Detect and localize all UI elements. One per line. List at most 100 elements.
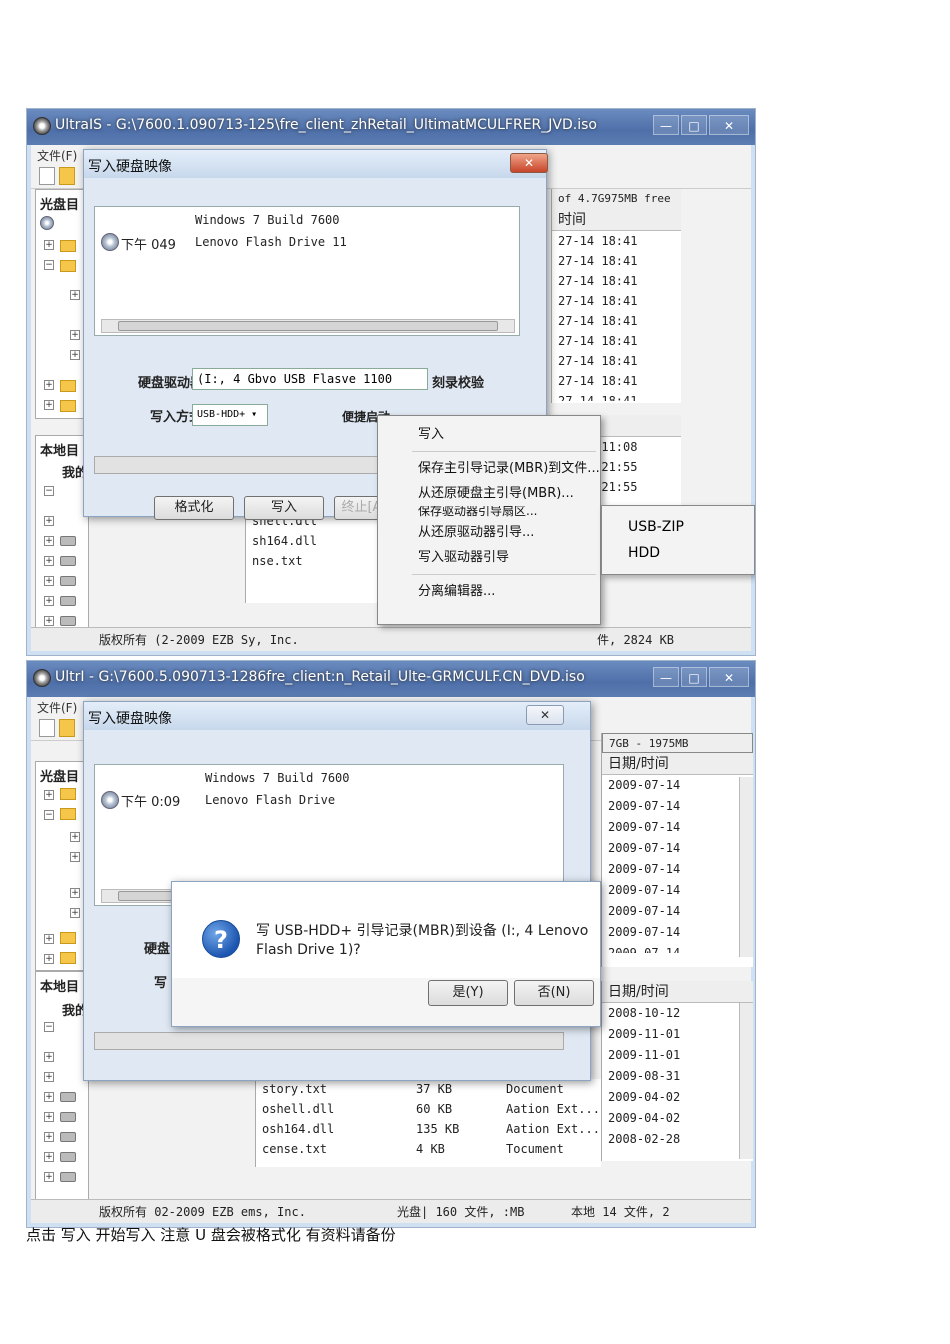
tree-expand-icon[interactable]: − bbox=[44, 1022, 54, 1032]
tree-expand-icon[interactable]: + bbox=[70, 852, 80, 862]
date-column-header[interactable]: 日期/时间 bbox=[602, 753, 753, 775]
list-item[interactable]: 27-14 18:41 bbox=[552, 331, 681, 351]
table-row[interactable]: osh164.dll 135 KB Aation Ext... bbox=[256, 1119, 601, 1139]
list-item[interactable]: 2009-07-14 bbox=[602, 901, 753, 922]
tree-expand-icon[interactable]: + bbox=[70, 888, 80, 898]
tree-expand-icon[interactable]: + bbox=[44, 516, 54, 526]
tree-expand-icon[interactable]: + bbox=[70, 350, 80, 360]
open-folder-icon[interactable] bbox=[59, 167, 75, 185]
table-row[interactable]: cense.txt 4 KB Tocument bbox=[256, 1139, 601, 1159]
menu-item-partition-editor[interactable]: 分离编辑器... bbox=[378, 579, 600, 604]
tree-expand-icon[interactable]: + bbox=[44, 954, 54, 964]
open-folder-icon[interactable] bbox=[59, 719, 75, 737]
tree-expand-icon[interactable]: + bbox=[44, 616, 54, 626]
no-button[interactable]: 否(N) bbox=[514, 980, 594, 1006]
list-item[interactable]: 2009-07-14 bbox=[602, 775, 753, 796]
tree-expand-icon[interactable]: + bbox=[70, 290, 80, 300]
tree-expand-icon[interactable]: + bbox=[44, 1092, 54, 1102]
tree-expand-icon[interactable]: + bbox=[44, 1152, 54, 1162]
write-button[interactable]: 写入 bbox=[244, 496, 324, 520]
list-item[interactable]: 27-14 18:41 bbox=[552, 311, 681, 331]
tree-expand-icon[interactable]: + bbox=[44, 240, 54, 250]
minimize-button[interactable]: — bbox=[653, 667, 679, 687]
menu-item-restore-boot[interactable]: 从还原驱动器引导... bbox=[378, 520, 600, 545]
submenu-usb-zip[interactable]: USB-ZIP bbox=[602, 514, 754, 540]
list-item[interactable]: 27-14 18:41 bbox=[552, 251, 681, 271]
date-column-header-2[interactable]: 日期/时间 bbox=[602, 981, 753, 1003]
close-button[interactable]: ✕ bbox=[709, 115, 749, 135]
dialog-close-button[interactable]: ✕ bbox=[526, 705, 564, 725]
cd-icon bbox=[40, 216, 54, 230]
tree-expand-icon[interactable]: + bbox=[70, 330, 80, 340]
list-item[interactable]: 2009-07-14 bbox=[602, 796, 753, 817]
tree-expand-icon[interactable]: − bbox=[44, 260, 54, 270]
menu-item-save-boot-sector[interactable]: 保存驱动器引导扇区... bbox=[378, 506, 600, 520]
maximize-button[interactable]: □ bbox=[681, 667, 707, 687]
list-item[interactable]: 2009-07-14 bbox=[602, 922, 753, 943]
new-icon[interactable] bbox=[39, 167, 55, 185]
tree-expand-icon[interactable]: + bbox=[44, 1132, 54, 1142]
list-item[interactable]: 2009-07-14 bbox=[602, 880, 753, 901]
tree-expand-icon[interactable]: − bbox=[44, 486, 54, 496]
list-item[interactable]: 2008-10-12 bbox=[602, 1003, 753, 1024]
list-item[interactable]: sh164.dll bbox=[246, 531, 395, 551]
tree-expand-icon[interactable]: + bbox=[44, 790, 54, 800]
vertical-scrollbar[interactable] bbox=[739, 1003, 753, 1159]
tree-expand-icon[interactable]: + bbox=[44, 596, 54, 606]
time-column-header[interactable]: 时间 bbox=[552, 209, 681, 231]
vertical-scrollbar[interactable] bbox=[739, 777, 753, 957]
window-titlebar[interactable]: UltraIS - G:\7600.1.090713-125\fre_clien… bbox=[27, 109, 755, 145]
format-button[interactable]: 格式化 bbox=[154, 496, 234, 520]
tree-expand-icon[interactable]: + bbox=[44, 1072, 54, 1082]
list-item[interactable]: 27-14 18:41 bbox=[552, 371, 681, 391]
maximize-button[interactable]: □ bbox=[681, 115, 707, 135]
menu-item-write[interactable]: 写入 bbox=[378, 422, 600, 447]
dialog-close-button[interactable]: ✕ bbox=[510, 153, 548, 173]
tree-expand-icon[interactable]: + bbox=[44, 380, 54, 390]
tree-expand-icon[interactable]: − bbox=[44, 810, 54, 820]
tree-expand-icon[interactable]: + bbox=[70, 908, 80, 918]
list-item[interactable]: 2009-11-01 bbox=[602, 1024, 753, 1045]
list-item[interactable]: 27-14 18:41 bbox=[552, 351, 681, 371]
minimize-button[interactable]: — bbox=[653, 115, 679, 135]
list-item[interactable]: 2009-08-31 bbox=[602, 1066, 753, 1087]
list-item[interactable]: nse.txt bbox=[246, 551, 395, 571]
list-item[interactable]: 2008-02-28 bbox=[602, 1129, 753, 1150]
tree-expand-icon[interactable]: + bbox=[44, 1172, 54, 1182]
list-item[interactable]: 27-14 18:41 bbox=[552, 231, 681, 251]
list-item[interactable]: 2009-07-14 bbox=[602, 838, 753, 859]
table-row[interactable]: oshell.dll 60 KB Aation Ext... bbox=[256, 1099, 601, 1119]
tree-expand-icon[interactable]: + bbox=[44, 400, 54, 410]
local-date-list: 日期/时间 2008-10-12 2009-11-01 2009-11-01 2… bbox=[601, 981, 753, 1161]
list-item[interactable]: 27-14 18:41 bbox=[552, 291, 681, 311]
list-item[interactable]: 2009-07-14 bbox=[602, 817, 753, 838]
list-item[interactable]: 27-14 18:41 bbox=[552, 271, 681, 291]
tree-expand-icon[interactable]: + bbox=[44, 556, 54, 566]
tree-expand-icon[interactable]: + bbox=[44, 934, 54, 944]
list-item[interactable]: 2009-07-14 bbox=[602, 943, 753, 953]
menu-item-restore-mbr[interactable]: 从还原硬盘主引导(MBR)... bbox=[378, 481, 600, 506]
submenu-hdd[interactable]: HDD bbox=[602, 540, 754, 566]
menu-item-save-mbr[interactable]: 保存主引导记录(MBR)到文件... bbox=[378, 456, 600, 481]
tree-expand-icon[interactable]: + bbox=[44, 536, 54, 546]
close-button[interactable]: ✕ bbox=[709, 667, 749, 687]
tree-expand-icon[interactable]: + bbox=[44, 576, 54, 586]
menu-item-write-boot[interactable]: 写入驱动器引导 bbox=[378, 545, 600, 570]
list-item[interactable]: 27-14 18:41 bbox=[552, 391, 681, 401]
list-item[interactable]: 2009-04-02 bbox=[602, 1108, 753, 1129]
list-item[interactable]: 2009-04-02 bbox=[602, 1087, 753, 1108]
tree-expand-icon[interactable]: + bbox=[44, 1052, 54, 1062]
tree-expand-icon[interactable]: + bbox=[44, 1112, 54, 1122]
write-method-select[interactable]: USB-HDD+ ▾ bbox=[192, 404, 268, 426]
verify-checkbox-label[interactable]: 刻录校验 bbox=[432, 372, 484, 391]
list-item[interactable]: 2009-11-01 bbox=[602, 1045, 753, 1066]
window-titlebar[interactable]: UltrI - G:\7600.5.090713-1286fre_client:… bbox=[27, 661, 755, 697]
horizontal-scrollbar[interactable] bbox=[101, 319, 515, 333]
list-item[interactable]: 2009-07-14 bbox=[602, 859, 753, 880]
folder-icon bbox=[60, 932, 76, 944]
drive-select[interactable]: (I:, 4 Gbvo USB Flasve 1100 bbox=[192, 368, 428, 390]
table-row[interactable]: story.txt 37 KB Document bbox=[256, 1079, 601, 1099]
new-icon[interactable] bbox=[39, 719, 55, 737]
yes-button[interactable]: 是(Y) bbox=[428, 980, 508, 1006]
tree-expand-icon[interactable]: + bbox=[70, 832, 80, 842]
